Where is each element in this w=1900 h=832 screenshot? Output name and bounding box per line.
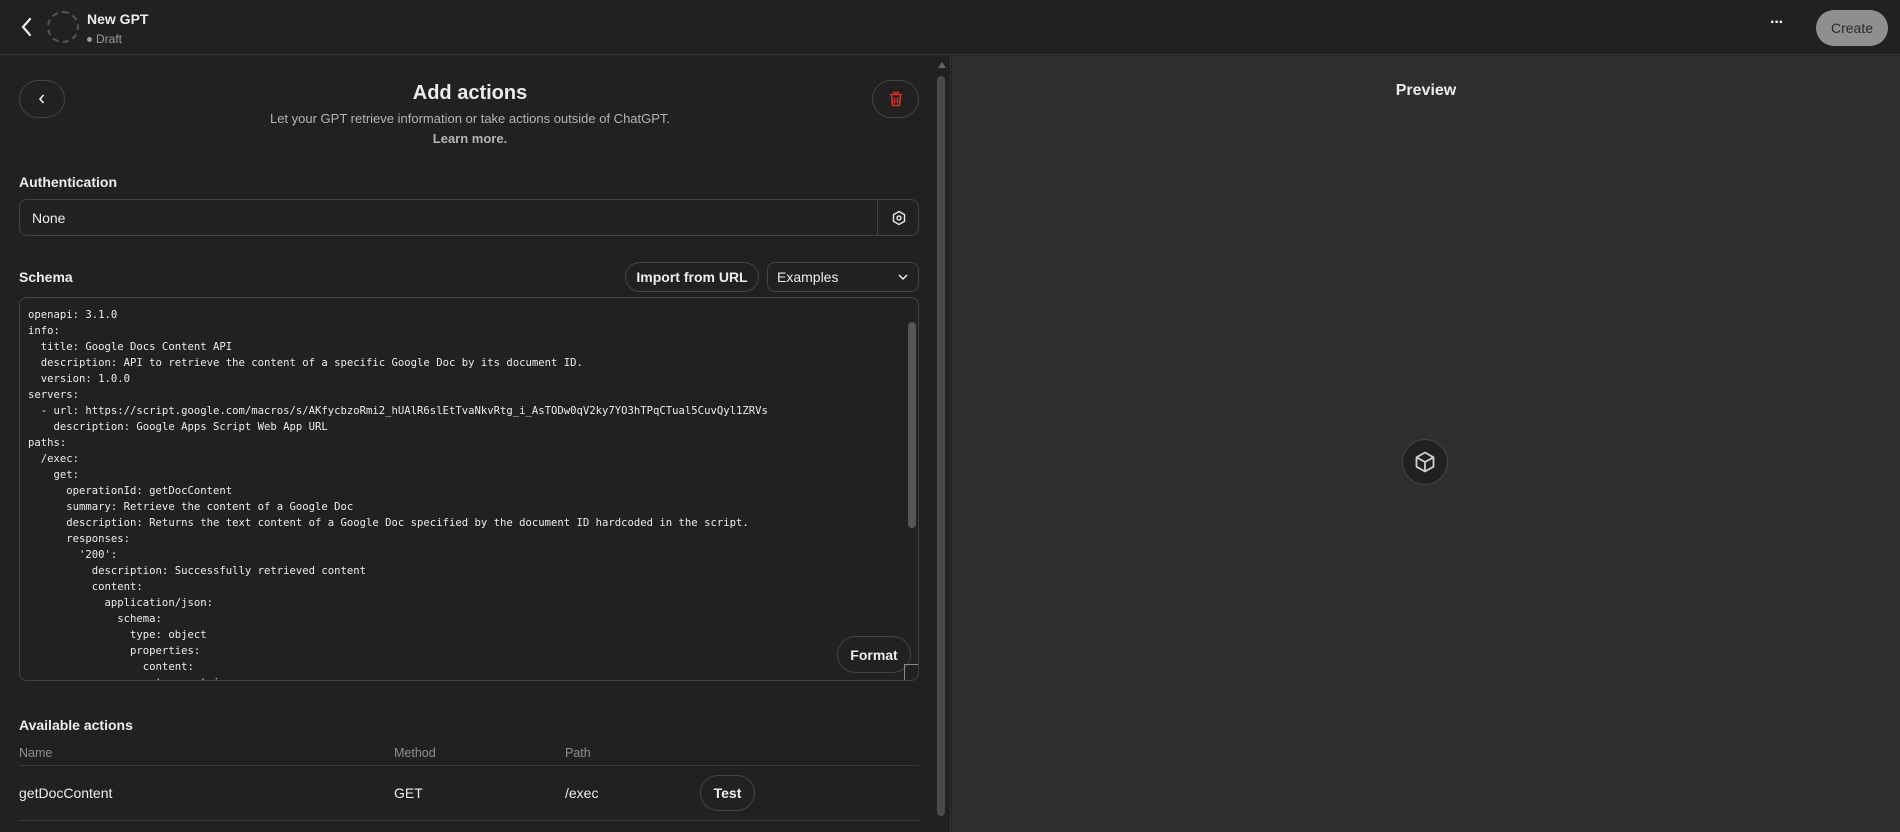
resize-handle[interactable]	[904, 664, 918, 680]
column-name: Name	[19, 746, 53, 760]
gpt-placeholder-avatar	[1402, 439, 1448, 485]
test-action-button[interactable]: Test	[700, 775, 755, 811]
trash-icon	[889, 91, 902, 107]
learn-more-link[interactable]: Learn more.	[0, 131, 940, 146]
action-name: getDocContent	[19, 785, 113, 801]
delete-action-button[interactable]	[872, 80, 919, 118]
available-actions-label: Available actions	[19, 717, 133, 733]
status-dot-icon	[87, 36, 92, 42]
status-text: Draft	[96, 32, 123, 46]
divider	[19, 820, 919, 821]
configure-panel: Add actions Let your GPT retrieve inform…	[0, 56, 951, 832]
column-path: Path	[565, 746, 591, 760]
gear-icon	[892, 210, 905, 225]
authentication-settings-button[interactable]	[877, 200, 919, 235]
authentication-label: Authentication	[19, 174, 117, 190]
back-icon[interactable]	[16, 14, 38, 40]
page-title: Add actions	[412, 82, 528, 104]
format-button[interactable]: Format	[837, 636, 911, 673]
gpt-avatar-placeholder[interactable]	[47, 11, 79, 43]
table-row: getDocContent GET /exec Test	[19, 766, 919, 820]
schema-textarea[interactable]: openapi: 3.1.0 info: title: Google Docs …	[28, 307, 768, 680]
top-bar: New GPT Draft ··· Create	[0, 0, 1900, 55]
more-options-button[interactable]: ···	[1770, 14, 1784, 32]
page-subtitle: Let your GPT retrieve information or tak…	[269, 111, 671, 126]
preview-title: Preview	[1395, 82, 1457, 99]
schema-scrollbar[interactable]	[908, 322, 916, 528]
examples-select[interactable]: Examples	[767, 262, 919, 292]
schema-label: Schema	[19, 269, 73, 285]
authentication-value: None	[32, 210, 66, 226]
gpt-name: New GPT	[87, 11, 149, 27]
authentication-field[interactable]: None	[19, 199, 919, 236]
panel-scrollbar-thumb[interactable]	[937, 76, 945, 816]
examples-select-value: Examples	[777, 269, 839, 285]
schema-editor[interactable]: openapi: 3.1.0 info: title: Google Docs …	[19, 297, 919, 681]
draft-status: Draft	[87, 32, 122, 46]
cube-icon	[1415, 451, 1435, 473]
column-method: Method	[394, 746, 436, 760]
import-from-url-button[interactable]: Import from URL	[625, 262, 759, 292]
panel-scrollbar[interactable]	[937, 62, 946, 824]
create-button[interactable]: Create	[1816, 10, 1888, 46]
chevron-down-icon	[898, 274, 908, 281]
action-path: /exec	[565, 785, 599, 801]
action-method: GET	[394, 785, 423, 801]
preview-panel: Preview	[952, 56, 1900, 832]
